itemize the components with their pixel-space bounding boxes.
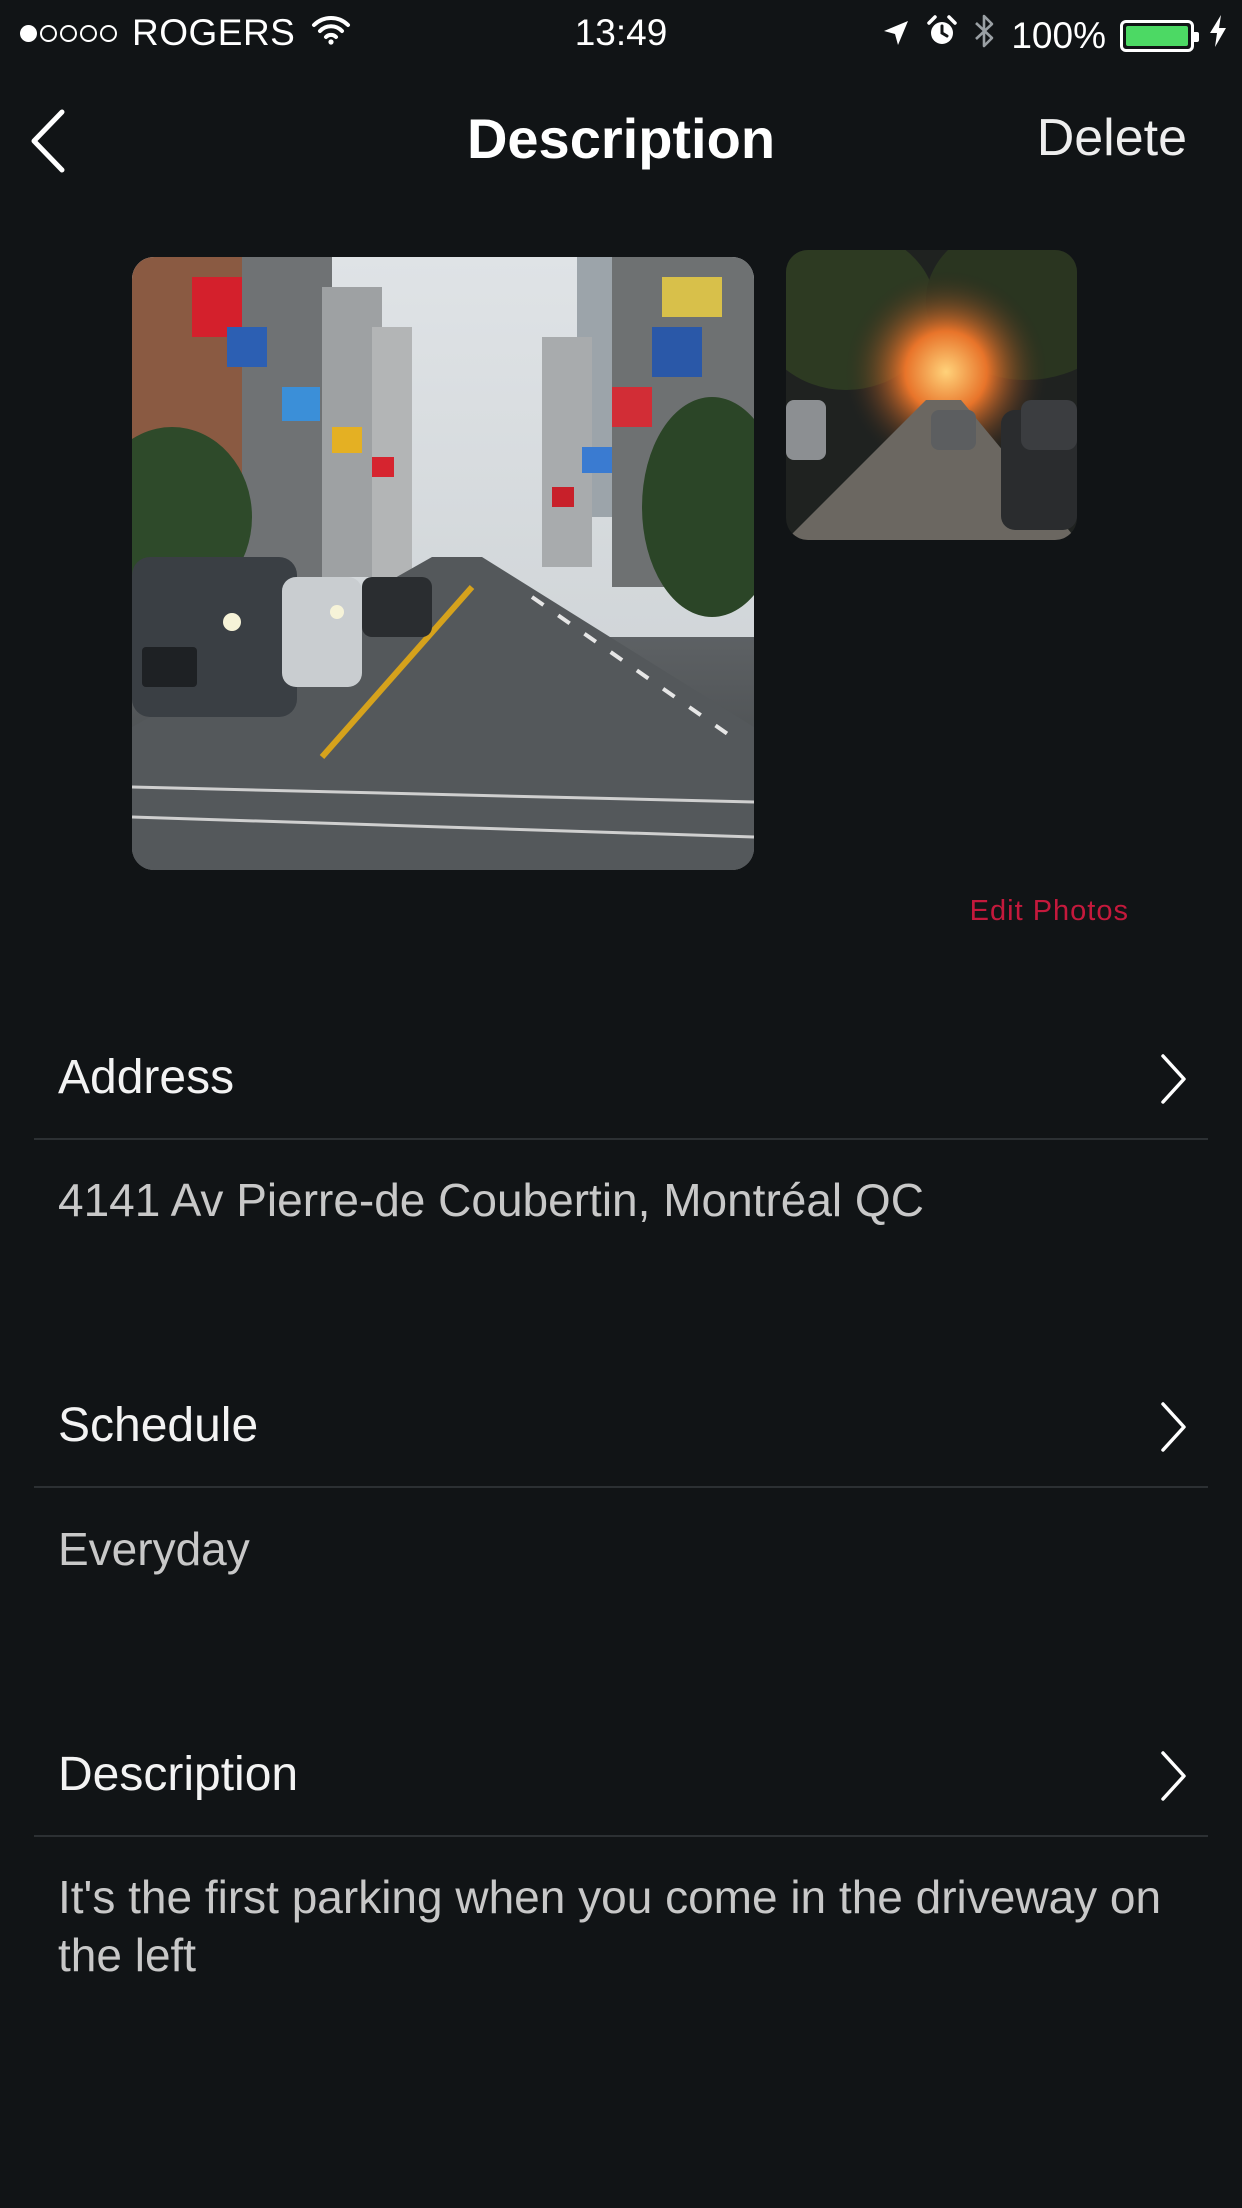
bluetooth-icon: [973, 12, 997, 59]
edit-photos-button[interactable]: Edit Photos: [970, 895, 1129, 928]
screen: ROGERS 13:49 100% Description Delete Edi…: [0, 0, 1242, 2208]
status-right: 100%: [867, 12, 1228, 59]
chevron-right-icon: [1161, 1402, 1186, 1452]
photo-secondary[interactable]: [786, 250, 1077, 540]
battery-icon: [1120, 19, 1199, 52]
battery-level: [1126, 25, 1188, 46]
street-flags-photo: [132, 257, 754, 870]
description-value: It's the first parking when you come in …: [58, 1871, 1162, 1981]
sunset-street-photo: [786, 250, 1077, 540]
location-arrow-icon: [881, 15, 911, 57]
battery-percent: 100%: [1011, 14, 1106, 56]
navigation-bar: Description Delete: [0, 96, 1242, 186]
description-label: Description: [58, 1748, 299, 1801]
delete-button[interactable]: Delete: [1037, 108, 1187, 168]
address-label: Address: [58, 1051, 235, 1104]
address-row[interactable]: Address: [34, 1010, 1208, 1140]
charging-bolt-icon: [1208, 14, 1228, 57]
status-bar: ROGERS 13:49 100%: [0, 0, 1242, 66]
alarm-icon: [925, 14, 959, 57]
address-value: 4141 Av Pierre-de Coubertin, Montréal QC: [58, 1174, 924, 1226]
schedule-value: Everyday: [58, 1523, 250, 1575]
description-row[interactable]: Description: [34, 1707, 1208, 1837]
photo-main[interactable]: [132, 257, 754, 870]
schedule-row[interactable]: Schedule: [34, 1358, 1208, 1488]
chevron-right-icon: [1161, 1054, 1186, 1104]
schedule-label: Schedule: [58, 1399, 259, 1452]
battery-cap: [1194, 31, 1199, 42]
chevron-right-icon: [1161, 1751, 1186, 1801]
